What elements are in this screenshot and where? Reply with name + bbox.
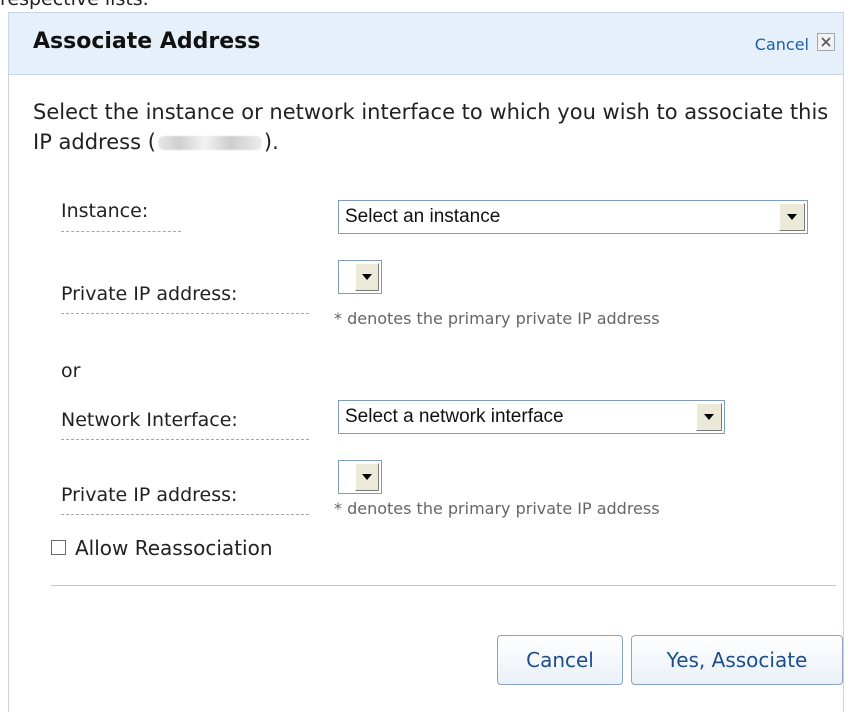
interface-private-ip-hint: * denotes the primary private IP address [334, 499, 660, 518]
instance-label: Instance: [61, 200, 149, 222]
instance-select[interactable]: Select an instance [338, 200, 808, 234]
associate-address-dialog: Associate Address Cancel Select the inst… [8, 12, 844, 712]
title-cancel-link[interactable]: Cancel [755, 35, 809, 54]
dialog-title-bar: Associate Address Cancel [9, 13, 843, 75]
clipped-page-text: respective lists. [0, 0, 149, 10]
interface-private-ip-select[interactable] [338, 460, 382, 494]
close-icon[interactable] [817, 33, 835, 51]
network-interface-label: Network Interface: [61, 409, 238, 431]
chevron-down-icon[interactable] [696, 403, 722, 431]
redacted-ip-address [157, 136, 262, 150]
network-interface-select-value: Select a network interface [345, 406, 564, 427]
allow-reassociation-checkbox[interactable] [51, 540, 66, 555]
interface-private-ip-label: Private IP address: [61, 484, 238, 506]
dialog-title: Associate Address [33, 29, 261, 54]
instance-label-underline [61, 231, 181, 232]
yes-associate-button[interactable]: Yes, Associate [631, 635, 843, 685]
dialog-description: Select the instance or network interface… [33, 97, 833, 157]
or-separator: or [61, 360, 81, 382]
chevron-down-icon[interactable] [779, 203, 805, 231]
description-text-start: Select the instance or network interface… [33, 100, 829, 154]
description-text-end: ). [263, 130, 279, 154]
instance-select-value: Select an instance [345, 206, 501, 227]
divider [51, 585, 836, 586]
instance-private-ip-hint: * denotes the primary private IP address [334, 309, 660, 328]
instance-private-ip-underline [61, 313, 309, 314]
allow-reassociation-label[interactable]: Allow Reassociation [75, 536, 273, 560]
network-interface-select[interactable]: Select a network interface [338, 400, 725, 434]
chevron-down-icon[interactable] [355, 463, 379, 491]
chevron-down-icon[interactable] [355, 263, 379, 291]
instance-private-ip-select[interactable] [338, 260, 382, 294]
interface-private-ip-underline [61, 514, 309, 515]
network-interface-underline [61, 439, 309, 440]
cancel-button[interactable]: Cancel [497, 635, 623, 685]
instance-private-ip-label: Private IP address: [61, 283, 238, 305]
